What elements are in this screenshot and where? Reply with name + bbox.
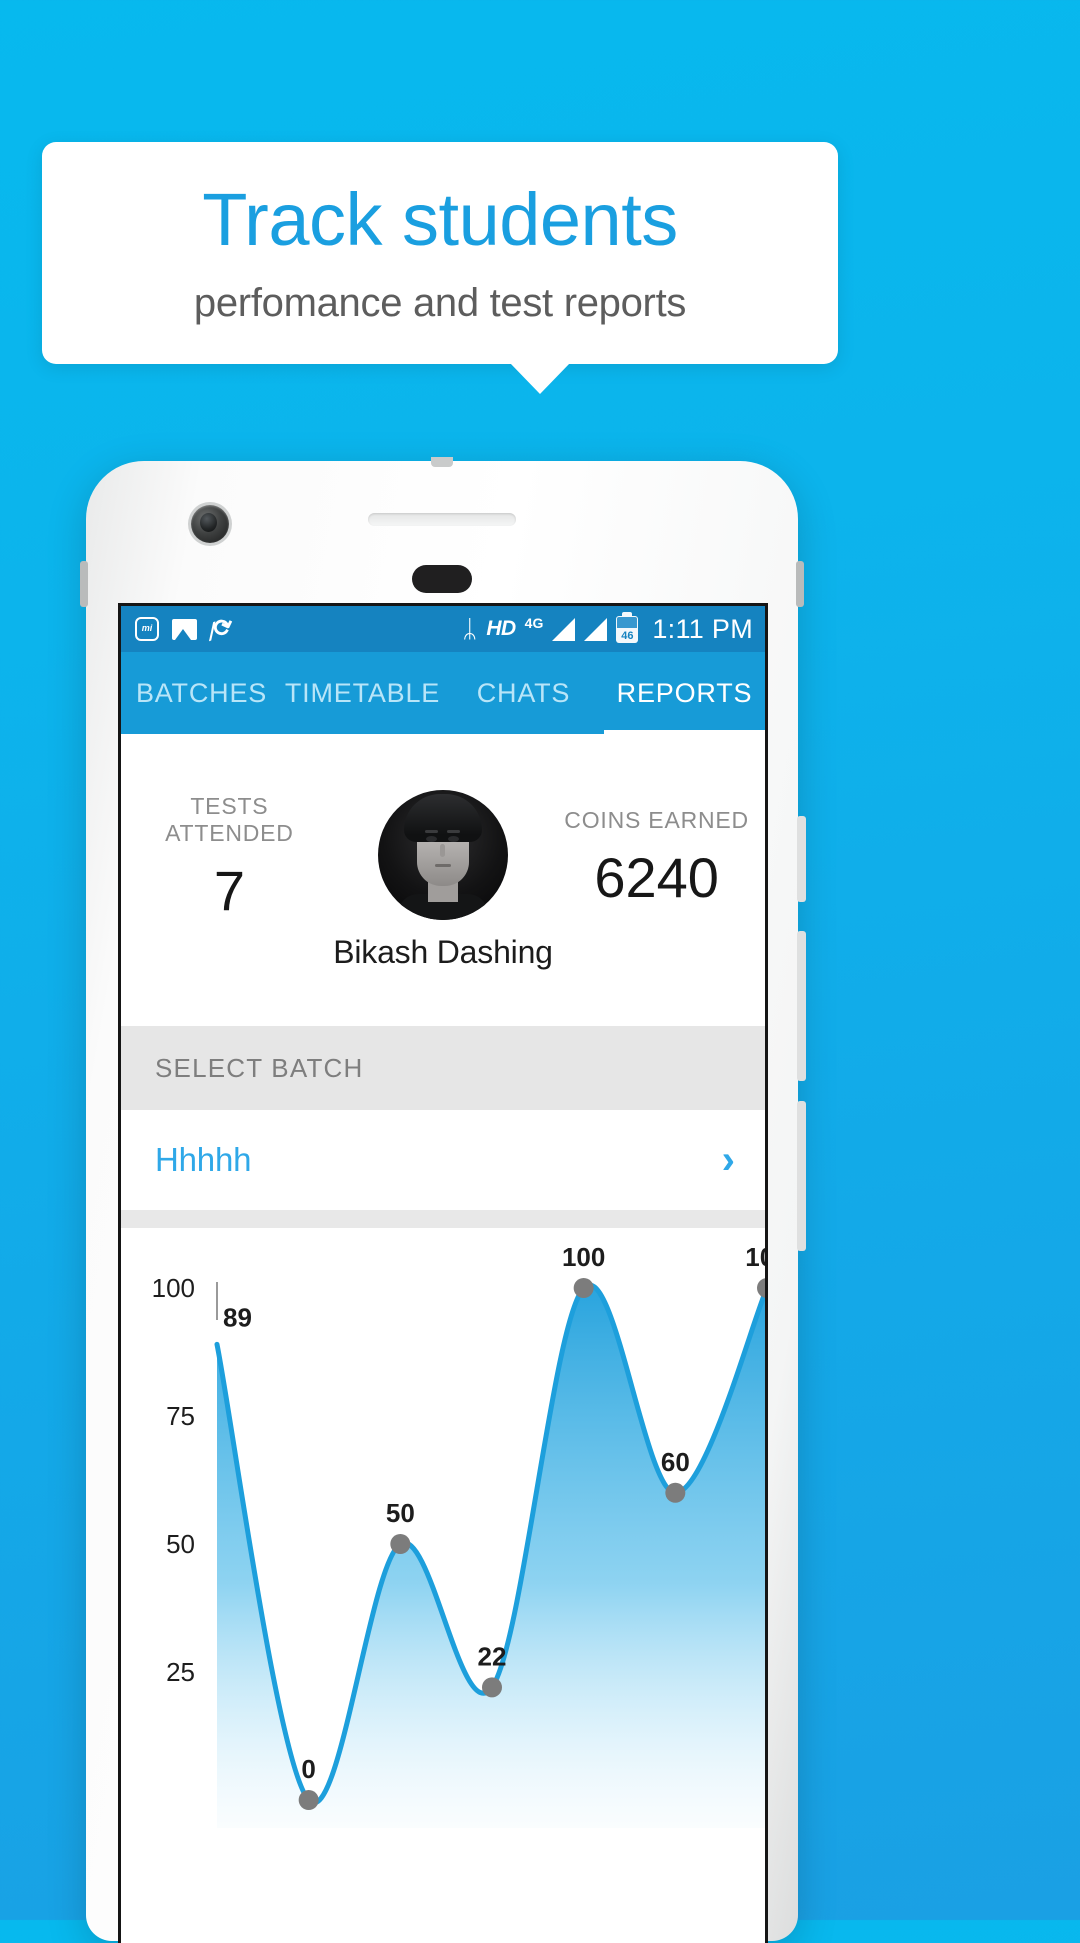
home-button[interactable] [412, 565, 472, 593]
phone-screen: ⁄⟳ ᛦ HD 4G 46 1:11 PM BATCHES TIMETABLE … [118, 603, 768, 1943]
status-bar-clock: 1:11 PM [652, 613, 753, 644]
avatar-hair [404, 793, 482, 842]
data-point-marker[interactable] [390, 1534, 411, 1554]
network-type-icon: 4G [524, 615, 544, 631]
y-axis-tick-label: 100 [152, 1273, 195, 1303]
selected-batch-name: Hhhhh [155, 1141, 252, 1178]
avatar-eye-right [448, 835, 459, 842]
tests-attended-value: 7 [213, 859, 245, 922]
front-camera-icon [191, 505, 229, 543]
data-point-label: 100 [745, 1242, 768, 1272]
data-point-marker[interactable] [573, 1278, 594, 1298]
avatar-mouth [435, 863, 451, 867]
mi-app-icon [135, 617, 159, 641]
status-bar: ⁄⟳ ᛦ HD 4G 46 1:11 PM [121, 606, 765, 652]
batch-selector-row[interactable]: Hhhhh › [121, 1110, 765, 1210]
data-point-label: 100 [562, 1242, 605, 1272]
data-point-label: 60 [661, 1447, 690, 1477]
data-point-label: 0 [301, 1754, 315, 1784]
battery-fill [617, 616, 638, 628]
tab-timetable[interactable]: TIMETABLE [282, 678, 443, 709]
data-point-marker[interactable] [665, 1482, 686, 1503]
signal-bar-icon [552, 617, 576, 641]
performance-area-chart: 100 75 50 25 89 0 50 22 100 60 100 [152, 1242, 768, 1828]
photo-icon [172, 618, 197, 640]
hd-icon: HD [486, 617, 516, 640]
phone-left-edge-accent [80, 561, 88, 607]
select-batch-label: SELECT BATCH [155, 1052, 364, 1083]
data-point-label: 89 [223, 1302, 252, 1332]
earpiece-speaker [368, 513, 516, 526]
promo-callout-card: Track students perfomance and test repor… [42, 142, 838, 364]
sync-disabled-icon: ⁄⟳ [205, 611, 238, 646]
data-point-label: 50 [386, 1498, 415, 1528]
battery-level-label: 46 [621, 629, 634, 642]
phone-top-notch [431, 457, 453, 467]
tab-batches[interactable]: BATCHES [121, 678, 282, 709]
status-bar-left-icons: ⁄⟳ [135, 612, 238, 645]
phone-mockup: ⁄⟳ ᛦ HD 4G 46 1:11 PM BATCHES TIMETABLE … [80, 457, 806, 1943]
section-divider [121, 1210, 765, 1228]
callout-tail [510, 363, 570, 394]
data-point-marker[interactable] [298, 1790, 319, 1810]
coins-earned-value: 6240 [594, 845, 719, 909]
tests-attended-stat: TESTS ATTENDED 7 [135, 793, 324, 967]
student-name: Bikash Dashing [333, 933, 553, 970]
chart-area-fill [217, 1285, 765, 1828]
data-point-marker[interactable] [757, 1278, 768, 1298]
volume-up-button[interactable] [797, 931, 806, 1081]
profile-summary: TESTS ATTENDED 7 Bikash Dashing COINS EA… [121, 734, 765, 1026]
tab-chats[interactable]: CHATS [443, 678, 604, 709]
tab-bar: BATCHES TIMETABLE CHATS REPORTS [121, 652, 765, 734]
tests-attended-label: TESTS ATTENDED [165, 793, 294, 846]
bluetooth-icon: ᛦ [462, 614, 478, 643]
battery-icon: 46 [616, 611, 639, 643]
coins-earned-label: COINS EARNED [564, 806, 749, 833]
data-point-marker[interactable] [482, 1677, 502, 1698]
performance-chart: 100 75 50 25 89 0 50 22 100 60 100 [121, 1228, 765, 1828]
status-bar-right-icons: ᛦ HD 4G 46 1:11 PM [462, 611, 753, 645]
phone-right-edge-accent [796, 561, 804, 607]
avatar-eyebrow-right [447, 829, 460, 833]
y-axis-tick-label: 50 [166, 1529, 195, 1559]
tab-reports[interactable]: REPORTS [604, 678, 765, 709]
data-point-label: 22 [478, 1641, 507, 1671]
signal-bar-icon [584, 617, 608, 641]
promo-title: Track students [202, 178, 678, 261]
power-button[interactable] [797, 816, 806, 902]
y-axis-tick-label: 75 [166, 1401, 195, 1431]
volume-down-button[interactable] [797, 1101, 806, 1251]
avatar-eye-left [426, 835, 437, 842]
chevron-right-icon[interactable]: › [722, 1140, 735, 1180]
student-identity: Bikash Dashing [324, 789, 562, 971]
select-batch-header: SELECT BATCH [121, 1026, 765, 1110]
avatar[interactable] [378, 789, 508, 920]
avatar-nose [440, 843, 445, 857]
avatar-eyebrow-left [425, 829, 438, 833]
promo-subtitle: perfomance and test reports [193, 281, 687, 325]
coins-earned-stat: COINS EARNED 6240 [562, 807, 751, 954]
y-axis-tick-label: 25 [166, 1657, 195, 1687]
